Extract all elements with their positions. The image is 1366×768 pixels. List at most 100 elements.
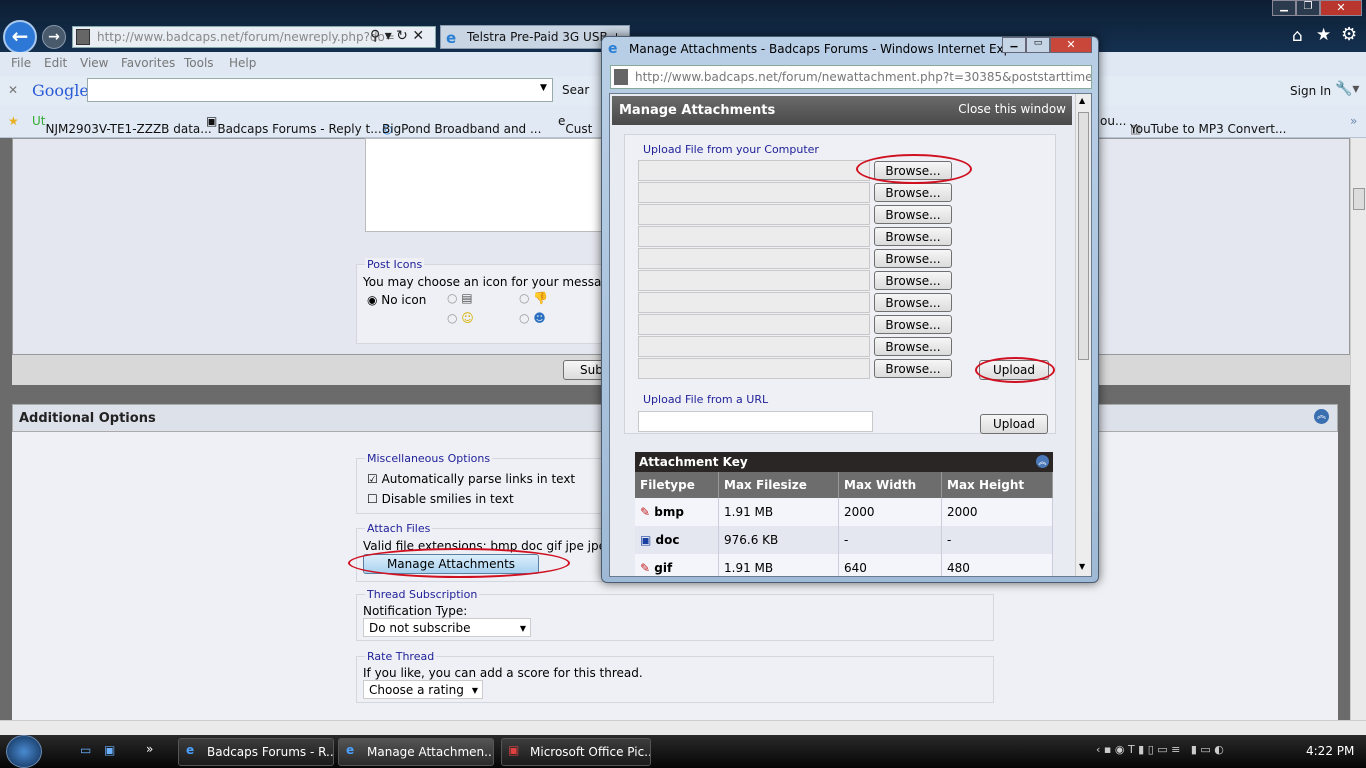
favorites-star-icon[interactable]: ★ — [1316, 25, 1331, 45]
popup-address-bar[interactable]: http://www.badcaps.net/forum/newattachme… — [610, 65, 1092, 89]
file-input[interactable] — [638, 226, 870, 247]
image-file-icon: ✎ — [640, 561, 655, 575]
misc-options-fieldset: Miscellaneous Options ☑ Automatically pa… — [356, 452, 616, 514]
popup-content: Manage Attachments Close this window ▲ ▼… — [609, 93, 1092, 577]
upload-url-legend: Upload File from a URL — [641, 393, 771, 406]
popup-inner-scrollbar[interactable]: ▲ ▼ — [1075, 94, 1091, 576]
scrollbar-thumb[interactable] — [1078, 112, 1089, 360]
file-input[interactable] — [638, 292, 870, 313]
upload-computer-legend: Upload File from your Computer — [641, 143, 821, 156]
popup-close-button[interactable]: ✕ — [1050, 37, 1092, 53]
popup-maximize-button[interactable]: ▭ — [1026, 37, 1050, 53]
column-header: Max Width — [839, 472, 942, 498]
collapse-icon[interactable]: ︽ — [1314, 409, 1329, 424]
favorite-link[interactable]: ▣ Badcaps Forums - Reply t... — [206, 114, 382, 136]
post-icons-fieldset: Post Icons You may choose an icon for yo… — [356, 258, 616, 344]
popup-minimize-button[interactable]: ▁ — [1002, 37, 1026, 53]
browse-button[interactable]: Browse... — [874, 293, 952, 312]
google-search-input[interactable] — [87, 78, 553, 102]
favorite-link[interactable]: ou... — [1100, 114, 1126, 128]
additional-options-title: Additional Options — [19, 411, 156, 426]
collapse-icon[interactable]: ︽ — [1036, 455, 1049, 468]
menu-view[interactable]: View — [80, 56, 108, 70]
notification-type-label: Notification Type: — [363, 604, 468, 618]
misc-legend: Miscellaneous Options — [365, 452, 493, 465]
table-cell: - — [942, 526, 1053, 554]
favorites-star-icon[interactable]: ★ — [8, 114, 19, 128]
no-icon-radio[interactable]: ◉ No icon — [367, 293, 426, 307]
column-header: Max Height — [942, 472, 1053, 498]
menu-favorites[interactable]: Favorites — [121, 56, 175, 70]
browse-button[interactable]: Browse... — [874, 249, 952, 268]
browse-button[interactable]: Browse... — [874, 271, 952, 290]
ie-icon: e — [346, 743, 355, 757]
taskbar-item-badcaps[interactable]: Badcaps Forums - R... — [178, 738, 334, 766]
annotation-ellipse — [856, 154, 972, 184]
rating-select[interactable]: Choose a rating ▼ — [363, 680, 483, 699]
browse-button[interactable]: Browse... — [874, 315, 952, 334]
parse-links-checkbox[interactable]: ☑ Automatically parse links in text — [367, 472, 575, 486]
start-button[interactable] — [6, 735, 42, 768]
file-input[interactable] — [638, 182, 870, 203]
file-input[interactable] — [638, 160, 870, 181]
filetype-cell: ▣ doc — [635, 526, 719, 554]
wrench-icon[interactable]: 🔧▾ — [1335, 81, 1359, 97]
sign-in-link[interactable]: Sign In — [1290, 84, 1331, 98]
file-input[interactable] — [638, 336, 870, 357]
file-input[interactable] — [638, 248, 870, 269]
close-window-link[interactable]: Close this window — [958, 102, 1066, 116]
quicklaunch-chevron[interactable]: » — [146, 742, 153, 756]
favorite-link[interactable]: Ut NJM2903V-TE1-ZZZB data... — [32, 114, 212, 136]
favorite-link[interactable]: e Cust — [558, 114, 592, 136]
taskbar-item-office-picture[interactable]: Microsoft Office Pic... — [501, 738, 651, 766]
icon-radio-cool[interactable]: ○ ☻ — [519, 311, 546, 325]
ie-icon: e — [608, 41, 618, 57]
browse-button[interactable]: Browse... — [874, 227, 952, 246]
file-input[interactable] — [638, 204, 870, 225]
upload-url-button[interactable]: Upload — [980, 414, 1048, 434]
notification-type-select[interactable]: Do not subscribe ▼ — [363, 618, 531, 637]
table-cell: 976.6 KB — [719, 526, 839, 554]
table-cell: 1.91 MB — [719, 498, 839, 526]
scrollbar-thumb[interactable] — [1353, 188, 1365, 210]
forward-button[interactable]: → — [42, 25, 66, 49]
attachment-key-table: Attachment Key ︽ Filetype Max Filesize Max… — [635, 452, 1053, 576]
switch-windows-icon[interactable]: ▣ — [104, 743, 115, 757]
menu-help[interactable]: Help — [229, 56, 256, 70]
icon-radio-smile[interactable]: ○ ☺ — [447, 311, 474, 325]
taskbar-item-manage-attachments[interactable]: Manage Attachmen... — [338, 738, 494, 766]
search-button[interactable]: Sear — [562, 83, 589, 97]
file-input[interactable] — [638, 358, 870, 379]
icon-radio-document[interactable]: ○ ▤ — [447, 291, 473, 305]
file-input[interactable] — [638, 270, 870, 291]
clock[interactable]: 4:22 PM — [1306, 744, 1354, 758]
icon-radio-thumbs-down[interactable]: ○ 👎 — [519, 291, 548, 305]
gear-icon[interactable]: ⚙ — [1341, 24, 1357, 45]
menu-tools[interactable]: Tools — [184, 56, 214, 70]
browse-button[interactable]: Browse... — [874, 205, 952, 224]
url-input[interactable] — [638, 411, 873, 432]
disable-smilies-checkbox[interactable]: ☐ Disable smilies in text — [367, 492, 514, 506]
system-tray-icons[interactable]: ‹ ▪ ◉ T ▮ ▯ ▭ ≡ ▮ ▭ ◐ — [1096, 743, 1224, 756]
vertical-scrollbar[interactable] — [1350, 138, 1366, 720]
close-toolbar-icon[interactable]: ✕ — [8, 83, 18, 97]
menu-file[interactable]: File — [11, 56, 31, 70]
search-icon[interactable]: ⚲ ▾ ↻ ✕ — [370, 28, 424, 44]
browse-button[interactable]: Browse... — [874, 183, 952, 202]
attachment-key-grid: Filetype Max Filesize Max Width Max Height ✎… — [635, 472, 1053, 576]
chevron-icon[interactable]: » — [1350, 114, 1357, 128]
minimize-button[interactable]: ▁ — [1272, 0, 1296, 16]
home-icon[interactable]: ⌂ — [1292, 26, 1303, 46]
menu-edit[interactable]: Edit — [44, 56, 67, 70]
dropdown-arrow-icon[interactable]: ▼ — [540, 83, 547, 93]
back-button[interactable]: ← — [3, 20, 37, 54]
file-input[interactable] — [638, 314, 870, 335]
message-textarea[interactable] — [365, 138, 605, 232]
show-desktop-icon[interactable]: ▭ — [80, 743, 91, 757]
horizontal-scrollbar[interactable] — [0, 720, 1366, 735]
restore-button[interactable]: ❐ — [1296, 0, 1320, 16]
browse-button[interactable]: Browse... — [874, 337, 952, 356]
attachment-key-header: Attachment Key ︽ — [635, 452, 1053, 472]
browse-button[interactable]: Browse... — [874, 359, 952, 378]
close-button[interactable]: ✕ — [1320, 0, 1362, 16]
